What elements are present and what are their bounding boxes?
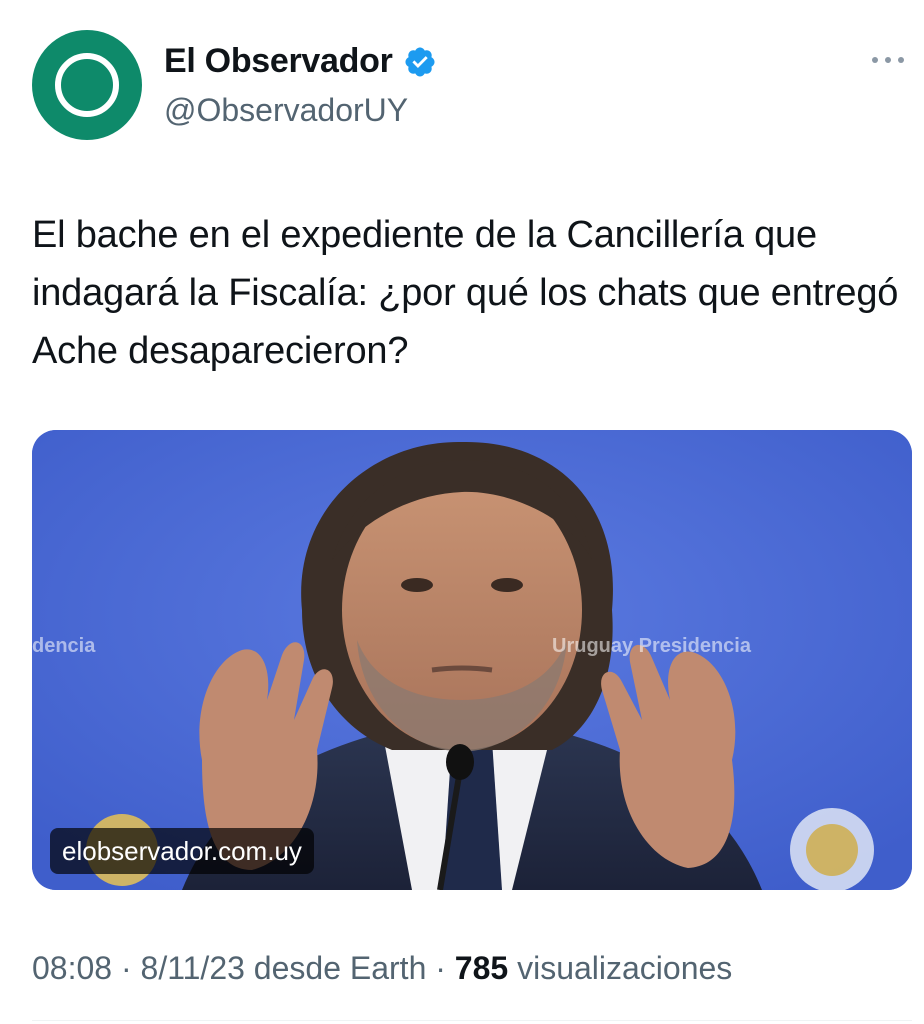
views-label: visualizaciones <box>517 950 733 986</box>
link-domain-badge[interactable]: elobservador.com.uy <box>50 828 314 874</box>
verified-badge-icon <box>403 45 437 79</box>
meta-separator-2: · <box>435 950 446 986</box>
watermark-left: dencia <box>32 635 96 657</box>
avatar-logo <box>55 53 119 117</box>
tweet-date[interactable]: 8/11/23 <box>141 950 245 986</box>
tweet: El Observador @ObservadorUY El bache en … <box>0 0 924 1024</box>
tweet-text: El bache en el expediente de la Cancille… <box>32 214 899 372</box>
tweet-meta: 08:08 · 8/11/23 desde Earth · 785 visual… <box>32 950 732 987</box>
tweet-source: desde Earth <box>253 950 427 986</box>
more-dots-icon <box>872 57 904 63</box>
author-name-row: El Observador <box>164 42 437 81</box>
display-name[interactable]: El Observador <box>164 42 393 81</box>
meta-separator: · <box>120 950 132 986</box>
tweet-time[interactable]: 08:08 <box>32 950 112 986</box>
watermark-right: Uruguay Presidencia <box>552 635 752 657</box>
handle[interactable]: @ObservadorUY <box>164 92 408 129</box>
media-card[interactable]: dencia Uruguay Presidencia elobservador.… <box>32 430 912 890</box>
more-button[interactable] <box>866 48 910 72</box>
news-photo: dencia Uruguay Presidencia <box>32 430 912 890</box>
divider <box>32 1020 912 1021</box>
views-count[interactable]: 785 <box>455 950 508 986</box>
avatar[interactable] <box>32 30 142 140</box>
